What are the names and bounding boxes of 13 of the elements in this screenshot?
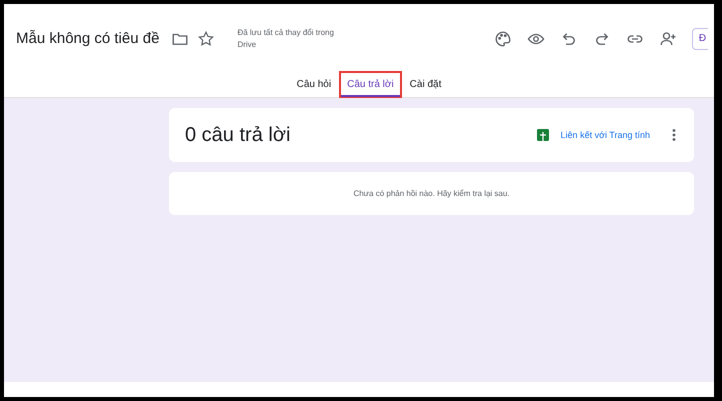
tab[interactable]: Câu hỏi (290, 73, 338, 97)
add-person-icon[interactable] (659, 30, 677, 48)
response-count: 0 câu trả lời (185, 124, 290, 146)
save-status: Đã lưu tất cả thay đổi trong Drive (237, 26, 335, 51)
tab[interactable]: Cài đặt (404, 73, 448, 97)
link-sheets[interactable]: Liên kết với Trang tính (560, 130, 650, 140)
form-title[interactable]: Mẫu không có tiêu đề (16, 30, 160, 48)
send-button[interactable]: Đ (692, 28, 708, 50)
spreadsheet-icon[interactable] (536, 129, 549, 141)
empty-message: Chưa có phản hồi nào. Hãy kiểm tra lại sau. (353, 189, 510, 198)
tab[interactable]: Câu trả lời (341, 73, 400, 97)
palette-icon[interactable] (494, 30, 512, 48)
star-icon[interactable] (197, 30, 216, 48)
